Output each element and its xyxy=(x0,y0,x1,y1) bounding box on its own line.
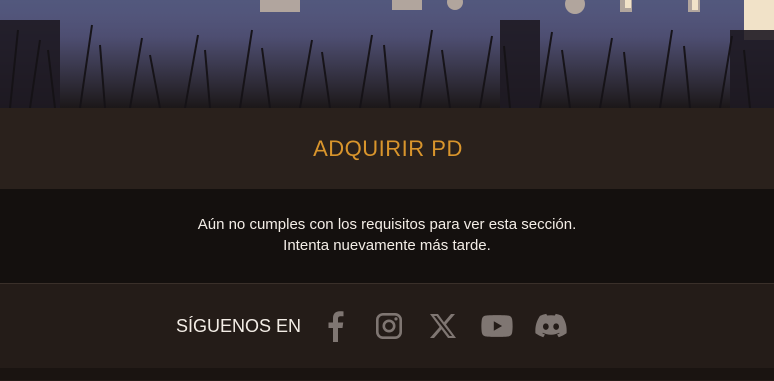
requirements-message: Aún no cumples con los requisitos para v… xyxy=(0,189,774,283)
section-title: ADQUIRIR PD xyxy=(313,135,463,161)
hero-banner xyxy=(0,0,774,108)
social-bar: SÍGUENOS EN xyxy=(0,284,774,368)
facebook-icon[interactable] xyxy=(319,310,351,342)
discord-icon[interactable] xyxy=(535,310,567,342)
social-label: SÍGUENOS EN xyxy=(176,315,302,336)
message-line-2: Intenta nuevamente más tarde. xyxy=(283,237,491,254)
footer-edge xyxy=(0,368,774,380)
section-header: ADQUIRIR PD xyxy=(0,108,774,189)
youtube-icon[interactable] xyxy=(481,310,513,342)
message-line-1: Aún no cumples con los requisitos para v… xyxy=(197,216,577,233)
x-icon[interactable] xyxy=(427,310,459,342)
hero-artwork xyxy=(0,0,774,108)
instagram-icon[interactable] xyxy=(373,310,405,342)
